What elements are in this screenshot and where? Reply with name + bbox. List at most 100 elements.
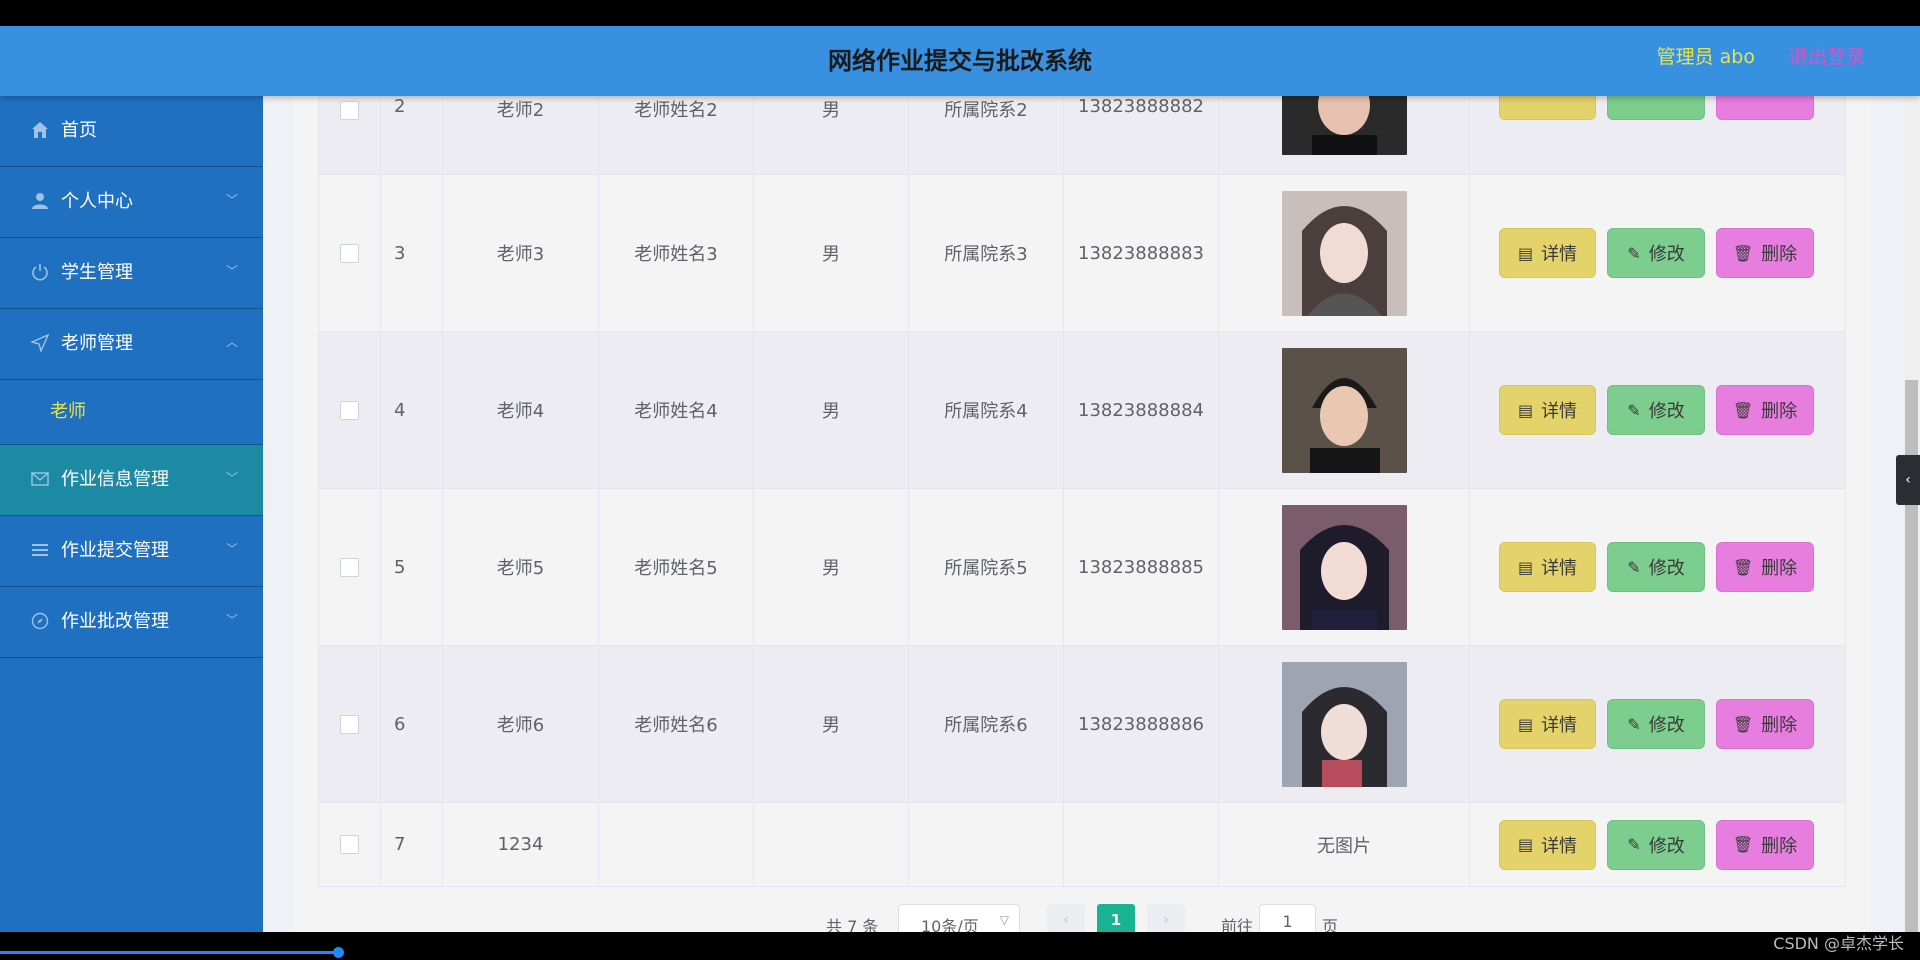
detail-button[interactable]: ▤ 详情 bbox=[1499, 542, 1596, 592]
sidebar-item-label: 作业信息管理 bbox=[61, 469, 169, 490]
sidebar-item-label: 老师管理 bbox=[61, 333, 133, 354]
table-row: 5 老师5 老师姓名5 男 所属院系5 13823888885 ▤ 详情 ✎ 修改 … bbox=[318, 489, 1846, 646]
trash-icon: 🗑 bbox=[1732, 714, 1754, 734]
pencil-icon: ✎ bbox=[1627, 243, 1641, 263]
row-name bbox=[599, 803, 754, 886]
row-checkbox[interactable] bbox=[340, 243, 359, 263]
row-phone: 13823888882 bbox=[1064, 96, 1219, 174]
row-index: 6 bbox=[381, 646, 443, 802]
detail-button[interactable] bbox=[1499, 96, 1596, 120]
row-sex: 男 bbox=[754, 175, 909, 331]
edit-button[interactable]: ✎ 修改 bbox=[1607, 385, 1705, 435]
delete-button[interactable]: 🗑 删除 bbox=[1716, 699, 1814, 749]
row-dept: 所属院系6 bbox=[909, 646, 1064, 802]
sidebar-item-homework-grade[interactable]: 作业批改管理 ﹀ bbox=[0, 587, 263, 658]
row-checkbox[interactable] bbox=[340, 100, 359, 120]
row-checkbox[interactable] bbox=[340, 835, 359, 854]
row-checkbox[interactable] bbox=[340, 400, 359, 420]
sidebar-item-label: 个人中心 bbox=[61, 191, 133, 212]
row-index: 2 bbox=[381, 96, 443, 174]
row-checkbox[interactable] bbox=[340, 557, 359, 577]
table-row: 4 老师4 老师姓名4 男 所属院系4 13823888884 ▤ 详情 ✎ 修改 … bbox=[318, 332, 1846, 489]
document-icon: ▤ bbox=[1517, 557, 1534, 577]
mail-icon bbox=[30, 469, 50, 489]
compass-icon bbox=[30, 611, 50, 631]
chevron-down-icon: ▽ bbox=[999, 913, 1009, 927]
sidebar-item-homework-info[interactable]: 作业信息管理 ﹀ bbox=[0, 445, 263, 516]
detail-button[interactable]: ▤ 详情 bbox=[1499, 699, 1596, 749]
trash-icon: 🗑 bbox=[1732, 557, 1754, 577]
logout-link[interactable]: 退出登录 bbox=[1789, 26, 1865, 88]
row-phone bbox=[1064, 803, 1219, 886]
chevron-down-icon: ﹀ bbox=[225, 264, 238, 278]
chevron-down-icon: ﹀ bbox=[225, 471, 238, 485]
row-phone: 13823888884 bbox=[1064, 332, 1219, 488]
sidebar-item-homework-submit[interactable]: 作业提交管理 ﹀ bbox=[0, 516, 263, 587]
edit-button[interactable]: ✎ 修改 bbox=[1607, 542, 1705, 592]
row-account: 1234 bbox=[443, 803, 599, 886]
watermark: CSDN @卓杰学长 bbox=[1773, 934, 1904, 953]
teacher-photo bbox=[1281, 347, 1407, 473]
row-sex: 男 bbox=[754, 332, 909, 488]
video-progress-handle[interactable] bbox=[333, 947, 344, 958]
edit-button[interactable]: ✎ 修改 bbox=[1607, 228, 1705, 278]
row-sex bbox=[754, 803, 909, 886]
sidebar-item-students[interactable]: 学生管理 ﹀ bbox=[0, 238, 263, 309]
delete-button[interactable]: 🗑 删除 bbox=[1716, 542, 1814, 592]
row-phone: 13823888885 bbox=[1064, 489, 1219, 645]
delete-button[interactable]: 🗑 删除 bbox=[1716, 385, 1814, 435]
sidebar-item-label: 作业批改管理 bbox=[61, 611, 169, 632]
detail-button[interactable]: ▤ 详情 bbox=[1499, 228, 1596, 278]
edit-button[interactable]: ✎ 修改 bbox=[1607, 699, 1705, 749]
row-checkbox[interactable] bbox=[340, 714, 359, 734]
row-phone: 13823888886 bbox=[1064, 646, 1219, 802]
sidebar-item-home[interactable]: 首页 bbox=[0, 96, 263, 167]
admin-label: 管理员 abo bbox=[1656, 46, 1755, 68]
page-scrollbar[interactable] bbox=[1903, 96, 1920, 932]
delete-button[interactable]: 🗑 删除 bbox=[1716, 819, 1814, 870]
row-account: 老师4 bbox=[443, 332, 599, 488]
chevron-down-icon: ﹀ bbox=[225, 613, 238, 627]
chevron-down-icon: ﹀ bbox=[225, 193, 238, 207]
row-index: 4 bbox=[381, 332, 443, 488]
document-icon: ▤ bbox=[1517, 714, 1534, 734]
row-index: 5 bbox=[381, 489, 443, 645]
row-dept bbox=[909, 803, 1064, 886]
row-sex: 男 bbox=[754, 489, 909, 645]
chevron-up-icon: ︿ bbox=[225, 335, 238, 349]
row-dept: 所属院系3 bbox=[909, 175, 1064, 331]
sidebar-item-profile[interactable]: 个人中心 ﹀ bbox=[0, 167, 263, 238]
row-index: 7 bbox=[381, 803, 443, 886]
video-progress bbox=[0, 951, 340, 954]
row-account: 老师3 bbox=[443, 175, 599, 331]
row-dept: 所属院系4 bbox=[909, 332, 1064, 488]
sidebar: 首页 个人中心 ﹀ 学生管理 ﹀ 老师管理 ︿ 老师 作业信息管理 ﹀ 作业提交… bbox=[0, 96, 264, 932]
delete-button[interactable]: 🗑 删除 bbox=[1716, 228, 1814, 278]
teacher-photo bbox=[1281, 96, 1407, 155]
pencil-icon: ✎ bbox=[1627, 714, 1641, 734]
table-row: 7 1234 无图片 ▤ 详情 ✎ 修改 🗑 删除 bbox=[318, 803, 1846, 887]
collapse-side-tab[interactable]: ‹ bbox=[1896, 455, 1920, 505]
top-black-bar bbox=[0, 0, 1920, 26]
row-account: 老师5 bbox=[443, 489, 599, 645]
app-title: 网络作业提交与批改系统 bbox=[828, 47, 1092, 75]
video-bottom-bar bbox=[0, 932, 1920, 960]
row-name: 老师姓名2 bbox=[599, 96, 754, 174]
no-photo-text: 无图片 bbox=[1219, 803, 1470, 886]
table-row: 2 老师2 老师姓名2 男 所属院系2 13823888882 bbox=[318, 96, 1846, 175]
row-dept: 所属院系5 bbox=[909, 489, 1064, 645]
send-icon bbox=[30, 333, 50, 353]
delete-button[interactable] bbox=[1716, 96, 1814, 120]
chevron-down-icon: ﹀ bbox=[225, 542, 238, 556]
document-icon: ▤ bbox=[1517, 835, 1534, 854]
document-icon: ▤ bbox=[1517, 400, 1534, 420]
sidebar-subitem-teacher[interactable]: 老师 bbox=[0, 380, 263, 445]
row-sex: 男 bbox=[754, 646, 909, 802]
table-row: 6 老师6 老师姓名6 男 所属院系6 13823888886 ▤ 详情 ✎ 修改 … bbox=[318, 646, 1846, 803]
sidebar-item-teachers[interactable]: 老师管理 ︿ bbox=[0, 309, 263, 380]
trash-icon: 🗑 bbox=[1732, 835, 1754, 854]
detail-button[interactable]: ▤ 详情 bbox=[1499, 819, 1596, 870]
detail-button[interactable]: ▤ 详情 bbox=[1499, 385, 1596, 435]
edit-button[interactable]: ✎ 修改 bbox=[1607, 819, 1705, 870]
edit-button[interactable] bbox=[1607, 96, 1705, 120]
